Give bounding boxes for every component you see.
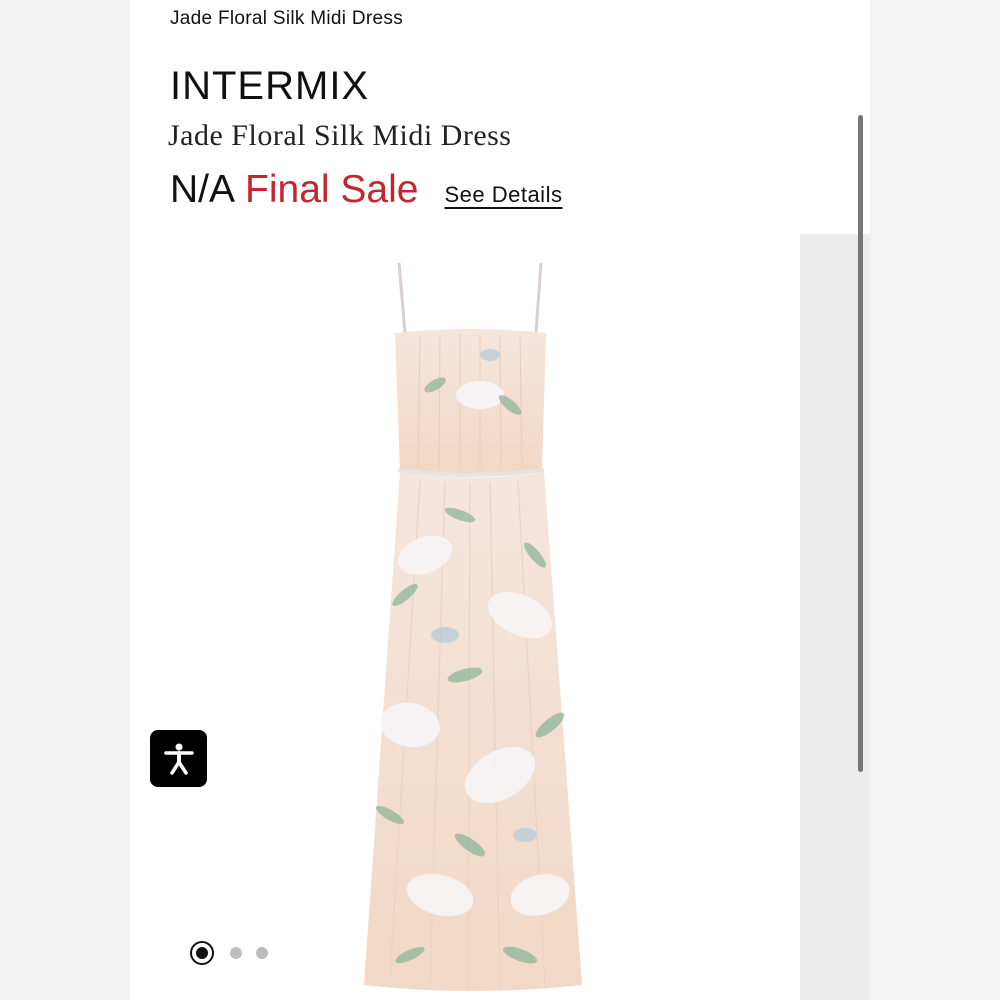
page-header-title: Jade Floral Silk Midi Dress [170,8,403,29]
carousel-dot-3[interactable] [256,947,268,959]
final-sale-label: Final Sale [245,168,419,211]
price-value: N/A [170,168,236,211]
carousel-dot-1[interactable] [192,943,212,963]
carousel-dots [188,943,268,963]
background-right [870,0,1000,1000]
scrollbar-thumb[interactable] [858,115,863,772]
background-left [0,0,130,1000]
see-details-link[interactable]: See Details [444,182,562,208]
carousel-dot-2[interactable] [230,947,242,959]
accessibility-icon [163,743,194,775]
product-title: Jade Floral Silk Midi Dress [168,119,512,152]
accessibility-button[interactable] [150,730,207,787]
product-image[interactable] [350,255,600,1000]
price-row: N/A Final Sale See Details [170,168,562,212]
brand-name[interactable]: INTERMIX [170,64,369,109]
product-page: Jade Floral Silk Midi Dress INTERMIX Jad… [130,0,870,1000]
